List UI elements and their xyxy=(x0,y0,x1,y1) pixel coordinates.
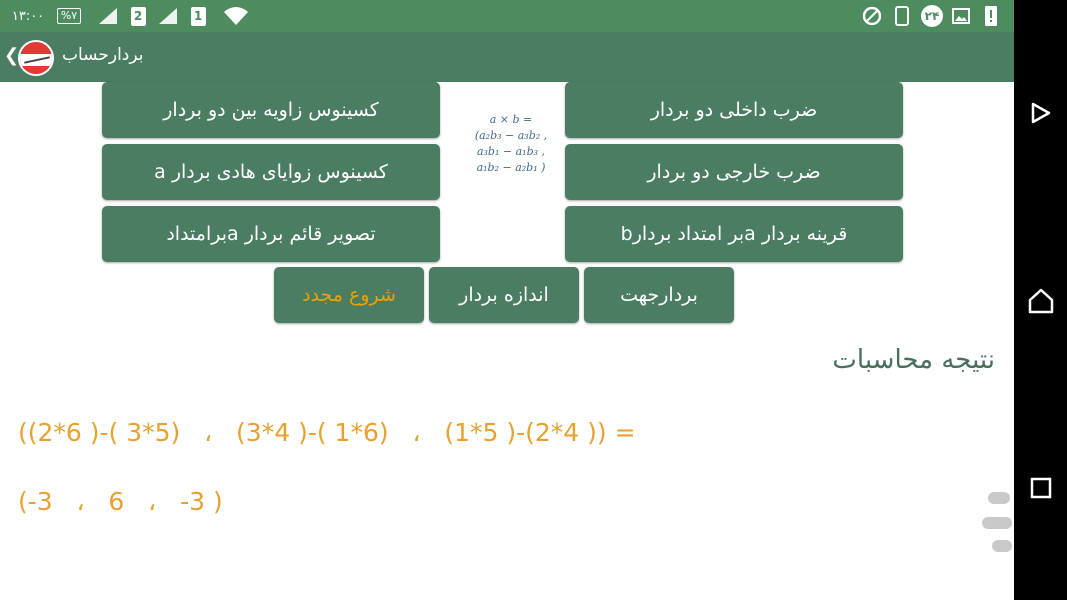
formula-line: (a₂b₃ − a₃b₂ , xyxy=(474,129,548,142)
status-bar: ۱۳:۰۰ %۷ 2 1 ۲۴ xyxy=(0,0,1014,32)
navigation-bar xyxy=(1014,0,1067,600)
cross-product-button[interactable]: ضرب خارجی دو بردار xyxy=(565,144,903,200)
clock: ۱۳:۰۰ xyxy=(11,8,45,24)
signal-icon xyxy=(96,0,120,32)
magnitude-button[interactable]: اندازه بردار xyxy=(429,267,579,323)
dot-product-button[interactable]: ضرب داخلی دو بردار xyxy=(565,82,903,138)
sim-slot-icon: 1 xyxy=(188,0,208,32)
gallery-icon xyxy=(950,0,972,32)
result-value: (-3 ، 6 ، -3 ) xyxy=(18,487,223,516)
sim-slot-icon: 2 xyxy=(128,0,148,32)
formula-line: a₁b₂ − a₂b₁ ) xyxy=(476,161,546,174)
restart-button[interactable]: شروع مجدد xyxy=(274,267,424,323)
result-expression: ((2*6 )-( 3*5) ، (3*4 )-( 1*6) ، (1*5 )-… xyxy=(18,418,636,447)
home-icon xyxy=(1028,288,1053,314)
signal-icon xyxy=(156,0,180,32)
wifi-icon xyxy=(222,0,250,32)
app-logo[interactable] xyxy=(18,40,54,76)
app-bar: ❮ بردارحساب xyxy=(0,32,1014,82)
app-title: بردارحساب xyxy=(62,45,144,65)
cos-angle-between-button[interactable]: کسینوس زاویه بین دو بردار xyxy=(102,82,440,138)
formula-line: a × b = xyxy=(489,113,533,126)
reflection-button[interactable]: قرینه بردار aبر امتداد بردارb xyxy=(565,206,903,262)
direction-vector-button[interactable]: بردارجهت xyxy=(584,267,734,323)
orthogonal-projection-button[interactable]: تصویر قائم بردار aبرامتداد xyxy=(102,206,440,262)
sim-alert-icon xyxy=(980,0,1002,32)
notification-badge: ۲۴ xyxy=(918,0,946,32)
cos-direction-angles-button[interactable]: کسینوس زوایای هادی بردار a xyxy=(102,144,440,200)
result-title: نتیجه محاسبات xyxy=(832,345,995,375)
recents-nav-button[interactable] xyxy=(1014,463,1067,513)
back-chevron-icon[interactable]: ❮ xyxy=(4,46,19,66)
back-nav-button[interactable] xyxy=(1014,88,1067,138)
data-saver-icon xyxy=(860,0,884,32)
battery-indicator: %۷ xyxy=(52,0,86,32)
phone-icon xyxy=(892,0,912,32)
back-triangle-icon xyxy=(1031,102,1050,124)
cross-product-formula-image: a × b = (a₂b₃ − a₃b₂ , a₃b₁ − a₁b₃ , a₁b… xyxy=(466,112,556,186)
recents-square-icon xyxy=(1030,477,1051,499)
formula-line: a₃b₁ − a₁b₃ , xyxy=(476,145,546,158)
home-nav-button[interactable] xyxy=(1014,276,1067,326)
battery-percent: %۷ xyxy=(56,8,82,24)
